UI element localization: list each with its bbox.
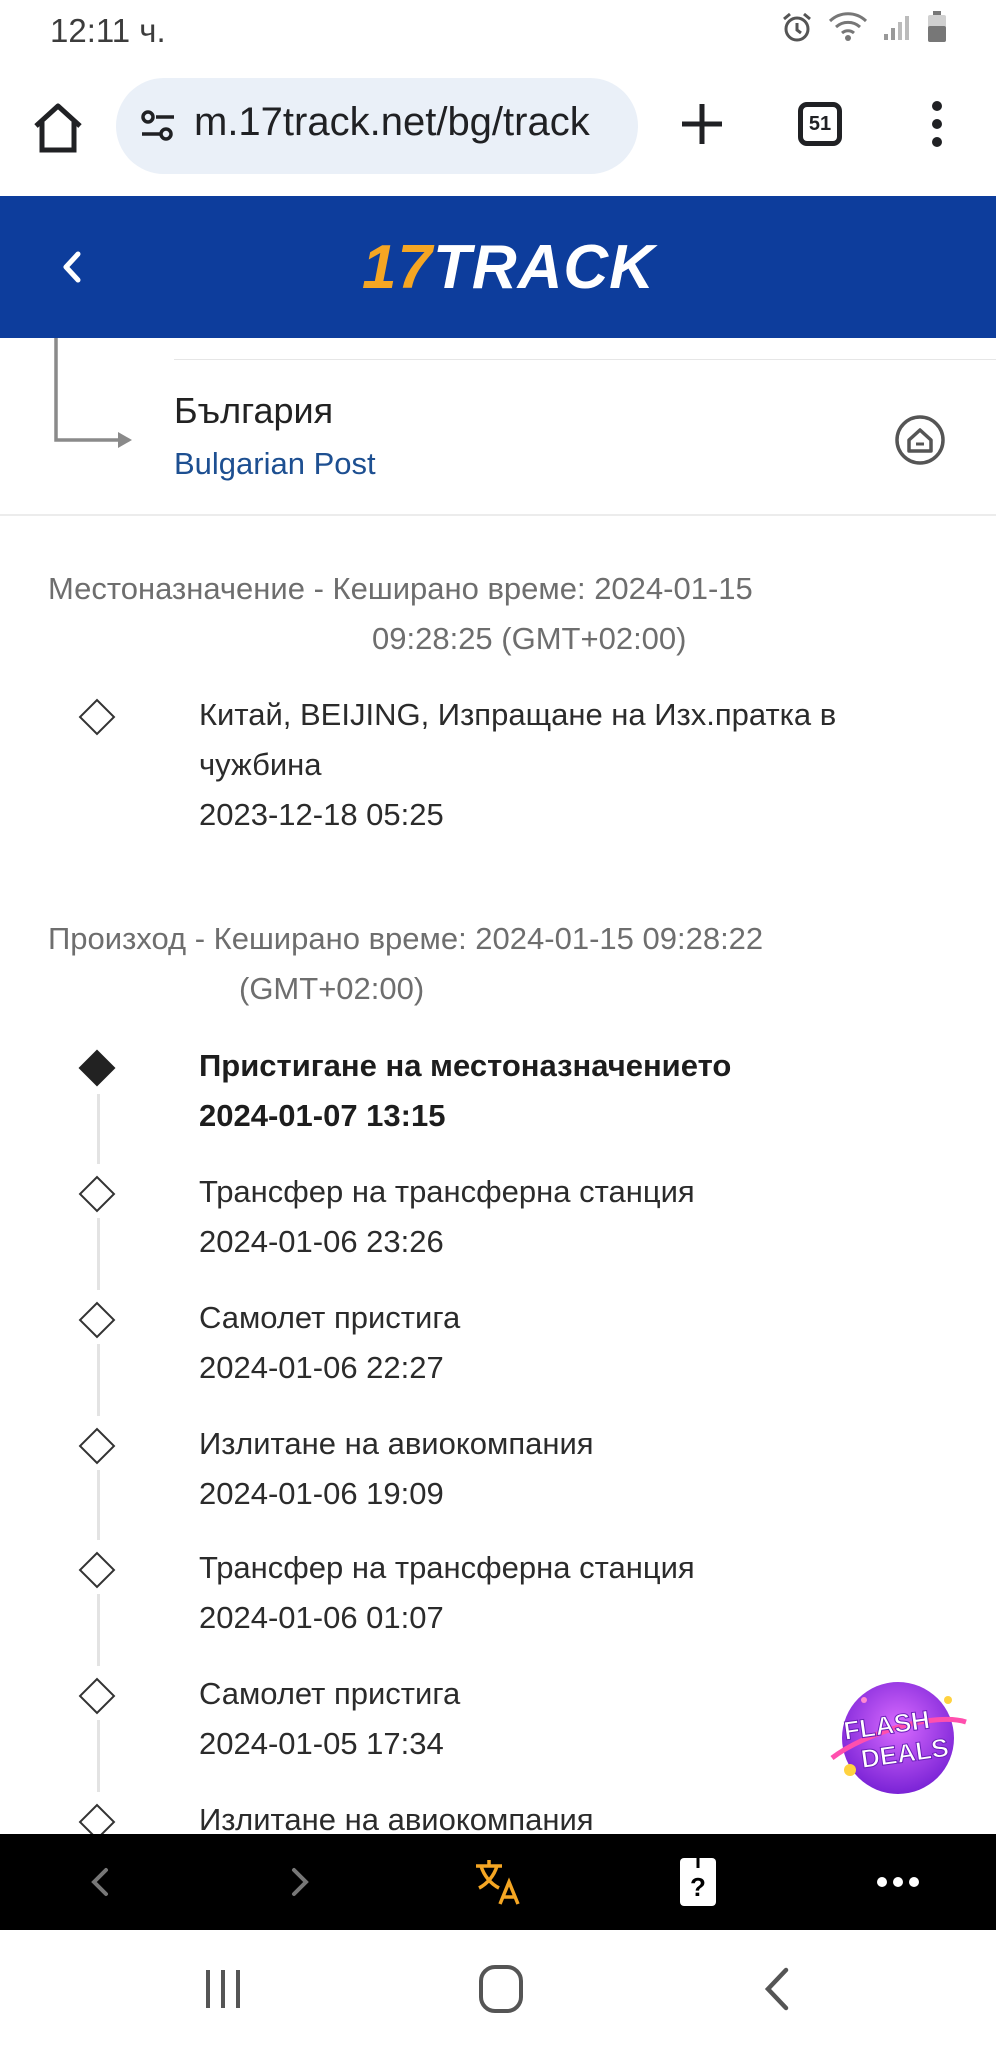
address-bar[interactable]: m.17track.net/bg/track: [116, 78, 638, 174]
event-text: Китай, BEIJING, Изпращане на Изх.пратка …: [199, 690, 919, 840]
more-vert-icon[interactable]: [922, 98, 952, 150]
home-icon[interactable]: [30, 100, 86, 156]
event-text: Излитане на авиокомпания 2024-01-06 19:0…: [199, 1419, 919, 1519]
event-description: Трансфер на трансферна станция: [199, 1550, 695, 1585]
bottom-toolbar: ?: [0, 1834, 996, 1930]
diamond-icon: [78, 1427, 116, 1465]
event-description: чужбина: [199, 747, 322, 782]
route-arrow-icon: [54, 338, 132, 448]
back-nav-icon[interactable]: [756, 1962, 802, 2016]
divider: [174, 359, 996, 360]
back-arrow-icon[interactable]: [50, 240, 94, 294]
diamond-icon: [78, 1551, 116, 1589]
event-description: Трансфер на трансферна станция: [199, 1174, 695, 1209]
event-description: Самолет пристига: [199, 1676, 461, 1711]
logo: 17TRACK: [362, 232, 655, 303]
diamond-icon: [78, 1301, 116, 1339]
event-time: 2024-01-05 17:34: [199, 1726, 444, 1761]
tab-count-button[interactable]: 51: [798, 102, 842, 146]
home-nav-icon[interactable]: [476, 1962, 526, 2016]
heading-line: 09:28:25 (GMT+02:00): [372, 621, 687, 656]
svg-text:?: ?: [690, 1872, 706, 1902]
wifi-icon: [828, 12, 868, 41]
signal-icon: [884, 16, 909, 40]
event-time: 2024-01-06 22:27: [199, 1350, 444, 1385]
more-icon[interactable]: [870, 1854, 926, 1910]
divider: [0, 514, 996, 516]
diamond-icon: [78, 1677, 116, 1715]
carrier-link[interactable]: Bulgarian Post: [174, 446, 376, 482]
event-time: 2024-01-06 23:26: [199, 1224, 444, 1259]
timeline-line: [97, 1344, 100, 1416]
event-time: 2024-01-07 13:15: [199, 1098, 446, 1133]
event-time: 2023-12-18 05:25: [199, 797, 444, 832]
event-description: Китай, BEIJING, Изпращане на Изх.пратка …: [199, 697, 837, 732]
flash-deals-badge[interactable]: FLASH DEALS: [826, 1672, 970, 1798]
alarm-icon: [783, 12, 811, 42]
timeline-line: [97, 1470, 100, 1540]
event-time: 2024-01-06 01:07: [199, 1600, 444, 1635]
diamond-filled-icon: [78, 1049, 116, 1087]
heading-line: (GMT+02:00): [239, 971, 425, 1006]
status-icons: [780, 10, 948, 44]
event-text: Трансфер на трансферна станция 2024-01-0…: [199, 1167, 919, 1267]
battery-icon: [928, 11, 946, 42]
forward-icon[interactable]: [272, 1854, 328, 1910]
event-text: Самолет пристига 2024-01-06 22:27: [199, 1293, 919, 1393]
timeline-line: [97, 1094, 100, 1164]
recent-apps-icon[interactable]: [200, 1964, 246, 2014]
destination-section-heading: Местоназначение - Кеширано време: 2024-0…: [48, 564, 848, 664]
diamond-icon: [78, 698, 116, 736]
translate-icon[interactable]: [470, 1854, 526, 1910]
logo-number: 17: [362, 233, 433, 302]
timeline-line: [97, 1720, 100, 1792]
event-text: Пристигане на местоназначението 2024-01-…: [199, 1041, 919, 1141]
help-icon[interactable]: ?: [670, 1854, 726, 1910]
timeline-line: [97, 1218, 100, 1290]
event-description: Пристигане на местоназначението: [199, 1048, 732, 1083]
url-text[interactable]: m.17track.net/bg/track: [194, 100, 590, 145]
system-nav-bar: [0, 1930, 996, 2048]
browser-toolbar: m.17track.net/bg/track 51: [0, 64, 996, 199]
diamond-icon: [78, 1175, 116, 1213]
app-header: 17TRACK: [0, 196, 996, 338]
event-description: Самолет пристига: [199, 1300, 461, 1335]
site-settings-icon[interactable]: [138, 106, 178, 146]
back-icon[interactable]: [72, 1854, 128, 1910]
destination-country: България: [174, 390, 334, 431]
heading-line: Произход - Кеширано време: 2024-01-15 09…: [48, 921, 764, 956]
origin-section-heading: Произход - Кеширано време: 2024-01-15 09…: [48, 914, 848, 1014]
carrier-home-icon[interactable]: [892, 412, 948, 468]
event-text: Трансфер на трансферна станция 2024-01-0…: [199, 1543, 919, 1643]
new-tab-icon[interactable]: [676, 98, 728, 150]
event-text: Самолет пристига 2024-01-05 17:34: [199, 1669, 919, 1769]
event-description: Излитане на авиокомпания: [199, 1426, 594, 1461]
timeline-line: [97, 1594, 100, 1666]
logo-text: TRACK: [432, 233, 655, 302]
event-time: 2024-01-06 19:09: [199, 1476, 444, 1511]
status-bar: 12:11 ч.: [0, 0, 996, 64]
status-time: 12:11 ч.: [50, 12, 166, 49]
heading-line: Местоназначение - Кеширано време: 2024-0…: [48, 571, 753, 606]
